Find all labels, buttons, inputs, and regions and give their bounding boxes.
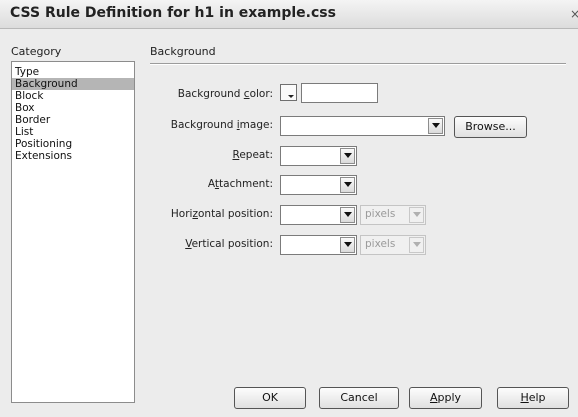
- vertical-unit-select: pixels: [360, 235, 426, 255]
- section-title: Background: [150, 45, 216, 58]
- background-image-select[interactable]: [280, 116, 445, 136]
- category-item-positioning[interactable]: Positioning: [12, 138, 134, 150]
- category-item-extensions[interactable]: Extensions: [12, 150, 134, 162]
- close-icon[interactable]: ×: [570, 7, 578, 21]
- chevron-down-icon[interactable]: [340, 237, 355, 253]
- cancel-button[interactable]: Cancel: [319, 387, 399, 409]
- vertical-position-select[interactable]: [280, 235, 357, 255]
- chevron-down-icon: [409, 207, 424, 223]
- window-title: CSS Rule Definition for h1 in example.cs…: [10, 5, 336, 21]
- category-item-list[interactable]: List: [12, 126, 134, 138]
- ok-button[interactable]: OK: [234, 387, 306, 409]
- category-item-type[interactable]: Type: [12, 66, 134, 78]
- title-bar[interactable]: CSS Rule Definition for h1 in example.cs…: [0, 0, 578, 29]
- category-item-border[interactable]: Border: [12, 114, 134, 126]
- background-image-label: Background image:: [170, 119, 273, 131]
- section-divider: [150, 63, 566, 65]
- background-color-input[interactable]: [301, 83, 378, 103]
- chevron-down-icon[interactable]: [340, 207, 355, 223]
- apply-button[interactable]: Apply: [409, 387, 482, 409]
- horizontal-position-select[interactable]: [280, 205, 357, 225]
- category-label: Category: [11, 45, 62, 58]
- repeat-label: Repeat:: [232, 149, 273, 161]
- horizontal-unit-select: pixels: [360, 205, 426, 225]
- color-picker-icon[interactable]: [280, 84, 297, 101]
- repeat-select[interactable]: [280, 146, 357, 166]
- category-item-box[interactable]: Box: [12, 102, 134, 114]
- category-list[interactable]: Type Background Block Box Border List Po…: [11, 61, 135, 403]
- attachment-label: Attachment:: [207, 178, 273, 190]
- background-color-label: Background color:: [177, 88, 273, 100]
- help-button[interactable]: Help: [497, 387, 569, 409]
- horizontal-position-label: Horizontal position:: [170, 208, 273, 220]
- chevron-down-icon[interactable]: [340, 177, 355, 193]
- vertical-position-label: Vertical position:: [185, 238, 273, 250]
- category-item-background[interactable]: Background: [12, 78, 134, 90]
- category-item-block[interactable]: Block: [12, 90, 134, 102]
- chevron-down-icon[interactable]: [428, 118, 443, 134]
- chevron-down-icon: [409, 237, 424, 253]
- attachment-select[interactable]: [280, 175, 357, 195]
- browse-button[interactable]: Browse...: [454, 116, 527, 138]
- css-rule-dialog: CSS Rule Definition for h1 in example.cs…: [0, 0, 578, 417]
- chevron-down-icon[interactable]: [340, 148, 355, 164]
